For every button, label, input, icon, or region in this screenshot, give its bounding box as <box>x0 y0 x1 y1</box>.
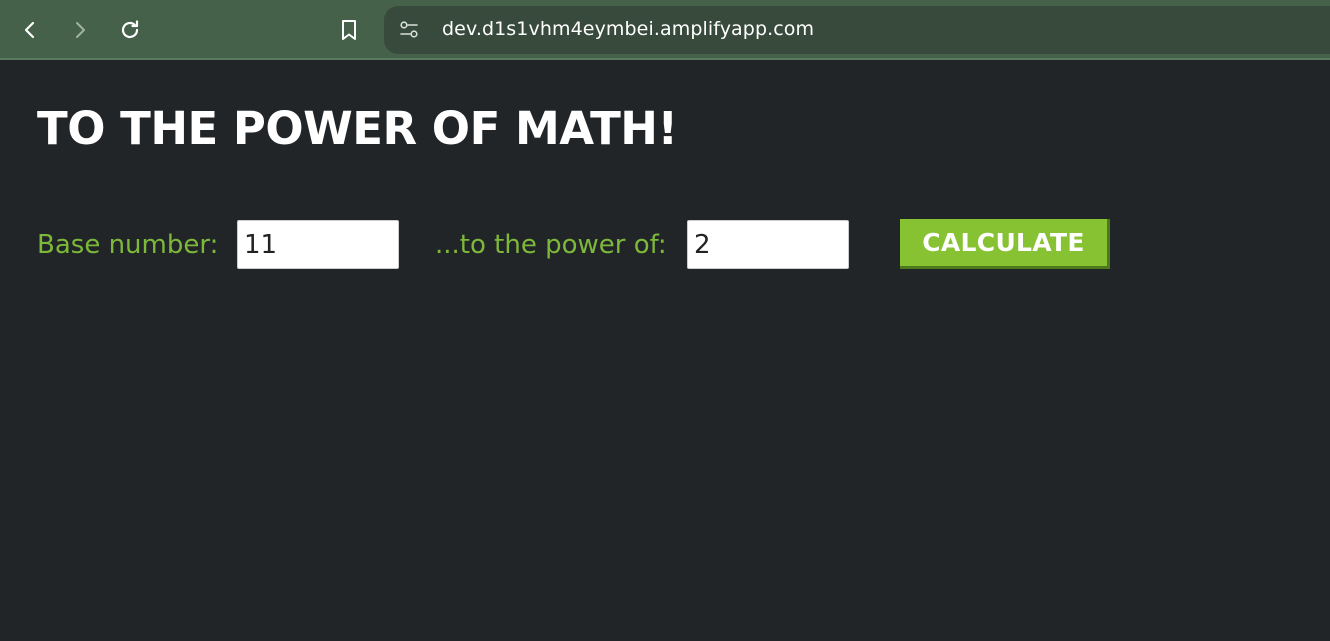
chevron-right-icon <box>76 22 85 38</box>
back-button[interactable] <box>12 12 48 48</box>
forward-button[interactable] <box>62 12 98 48</box>
chevron-left-icon <box>24 21 35 39</box>
tune-icon[interactable] <box>398 19 420 41</box>
base-number-input[interactable] <box>237 220 399 269</box>
page-content: TO THE POWER OF MATH! Base number: ...to… <box>0 62 1330 641</box>
page-title: TO THE POWER OF MATH! <box>37 102 678 155</box>
calculate-button[interactable]: CALCULATE <box>900 219 1110 269</box>
power-label: ...to the power of: <box>435 230 667 260</box>
browser-toolbar: dev.d1s1vhm4eymbei.amplifyapp.com <box>0 0 1330 60</box>
power-input[interactable] <box>687 220 849 269</box>
url-text[interactable]: dev.d1s1vhm4eymbei.amplifyapp.com <box>442 18 814 40</box>
reload-button[interactable] <box>112 12 148 48</box>
reload-icon <box>121 20 139 39</box>
bookmark-icon <box>342 20 356 40</box>
bookmark-button[interactable] <box>331 12 367 48</box>
base-number-label: Base number: <box>37 230 219 260</box>
address-bar[interactable]: dev.d1s1vhm4eymbei.amplifyapp.com <box>384 6 1330 54</box>
